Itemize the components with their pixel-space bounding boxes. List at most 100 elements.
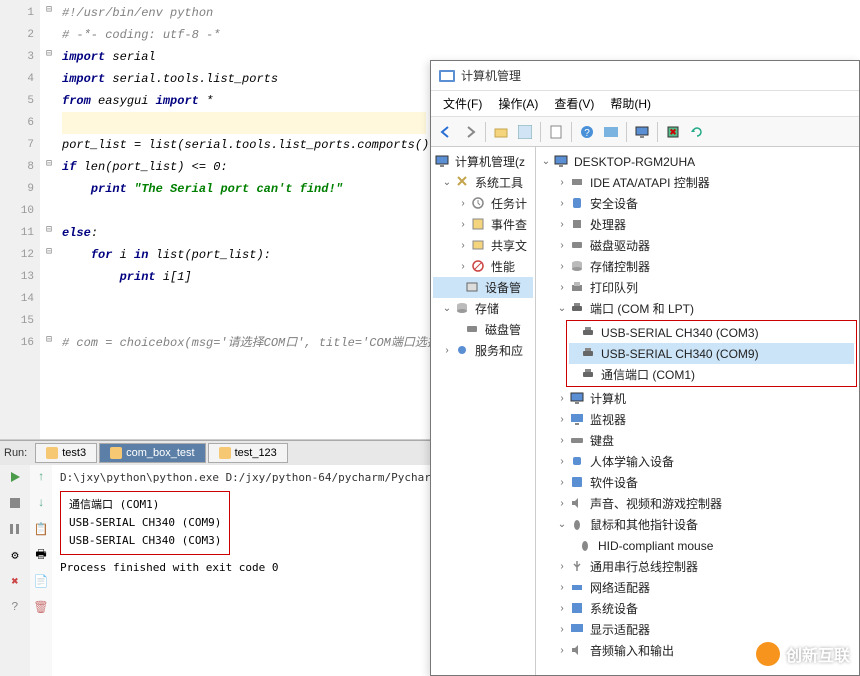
code-line[interactable]: port_list = list(serial.tools.list_ports… (62, 134, 426, 156)
tree-item[interactable]: ›通用串行总线控制器 (538, 556, 857, 577)
chevron-right-icon[interactable]: › (556, 177, 568, 189)
tree-item-device-manager[interactable]: 设备管 (433, 277, 533, 298)
tree-item-ports[interactable]: ⌄端口 (COM 和 LPT) (538, 298, 857, 319)
tree-item[interactable]: ›网络适配器 (538, 577, 857, 598)
chevron-right-icon[interactable]: › (556, 477, 568, 489)
chevron-right-icon[interactable]: › (556, 219, 568, 231)
chevron-down-icon[interactable]: ⌄ (441, 303, 453, 315)
tree-item-mouse[interactable]: ⌄鼠标和其他指针设备 (538, 514, 857, 535)
tree-item[interactable]: ›处理器 (538, 214, 857, 235)
chevron-right-icon[interactable]: › (556, 282, 568, 294)
tree-item[interactable]: ›监视器 (538, 409, 857, 430)
cm-left-tree[interactable]: 计算机管理(z⌄系统工具›任务计›事件查›共享文›性能设备管⌄存储磁盘管›服务和… (431, 147, 536, 675)
chevron-down-icon[interactable]: ⌄ (540, 156, 552, 168)
back-icon[interactable] (435, 121, 457, 143)
fold-column[interactable]: ⊟⊟⊟⊟⊟⊟ (40, 0, 58, 439)
uninstall-icon[interactable]: ✖ (662, 121, 684, 143)
code-line[interactable]: #!/usr/bin/env python (62, 2, 426, 24)
code-line[interactable]: print "The Serial port can't find!" (62, 178, 426, 200)
tree-item[interactable]: ›IDE ATA/ATAPI 控制器 (538, 172, 857, 193)
chevron-right-icon[interactable]: › (457, 240, 469, 252)
tree-item-com-port[interactable]: USB-SERIAL CH340 (COM3) (569, 322, 854, 343)
run-tab-test3[interactable]: test3 (35, 443, 97, 463)
monitor-icon[interactable] (631, 121, 653, 143)
tree-item[interactable]: ⌄系统工具 (433, 172, 533, 193)
chevron-right-icon[interactable]: › (441, 345, 453, 357)
tree-item[interactable]: ›人体学输入设备 (538, 451, 857, 472)
code-area[interactable]: #!/usr/bin/env python# -*- coding: utf-8… (58, 0, 430, 439)
chevron-down-icon[interactable]: ⌄ (441, 177, 453, 189)
code-line[interactable]: import serial.tools.list_ports (62, 68, 426, 90)
trash-icon[interactable]: 🗑 (33, 599, 49, 615)
chevron-right-icon[interactable]: › (457, 261, 469, 273)
code-line[interactable]: # com = choicebox(msg='请选择COM口', title='… (62, 332, 426, 354)
tree-item-root[interactable]: ⌄DESKTOP-RGM2UHA (538, 151, 857, 172)
refresh-icon[interactable] (686, 121, 708, 143)
fold-toggle[interactable] (40, 176, 58, 198)
code-line[interactable] (62, 200, 426, 222)
help-icon[interactable]: ? (7, 599, 23, 615)
fold-toggle[interactable]: ⊟ (40, 154, 58, 176)
tree-item[interactable]: ⌄存储 (433, 298, 533, 319)
fold-toggle[interactable] (40, 198, 58, 220)
chevron-right-icon[interactable]: › (556, 435, 568, 447)
view-icon[interactable] (514, 121, 536, 143)
pause-icon[interactable] (7, 521, 23, 537)
chevron-right-icon[interactable]: › (556, 561, 568, 573)
clear-icon[interactable]: 📄 (33, 573, 49, 589)
code-line[interactable] (62, 310, 426, 332)
cm-titlebar[interactable]: 计算机管理 (431, 61, 859, 91)
close-icon[interactable]: ✖ (7, 573, 23, 589)
print-icon[interactable]: 🖶 (33, 547, 49, 563)
fold-toggle[interactable]: ⊟ (40, 220, 58, 242)
tree-item[interactable]: ›安全设备 (538, 193, 857, 214)
code-line[interactable]: from easygui import * (62, 90, 426, 112)
help-icon[interactable]: ? (576, 121, 598, 143)
tree-item[interactable]: ›事件查 (433, 214, 533, 235)
tree-item[interactable]: ›性能 (433, 256, 533, 277)
fold-toggle[interactable] (40, 66, 58, 88)
run-console[interactable]: D:\jxy\python\python.exe D:/jxy/python-6… (52, 465, 430, 676)
fold-toggle[interactable] (40, 110, 58, 132)
chevron-right-icon[interactable]: › (556, 240, 568, 252)
cm-menu-item[interactable]: 文件(F) (437, 93, 488, 114)
tree-item[interactable]: ›打印队列 (538, 277, 857, 298)
tree-item[interactable]: ›软件设备 (538, 472, 857, 493)
chevron-right-icon[interactable]: › (556, 261, 568, 273)
play-icon[interactable] (7, 469, 23, 485)
code-line[interactable] (62, 288, 426, 310)
tree-item[interactable]: ›声音、视频和游戏控制器 (538, 493, 857, 514)
code-line[interactable] (62, 112, 426, 134)
tree-item[interactable]: 磁盘管 (433, 319, 533, 340)
tree-item[interactable]: ›系统设备 (538, 598, 857, 619)
stop-icon[interactable] (7, 495, 23, 511)
run-tab-test_123[interactable]: test_123 (208, 443, 288, 463)
fold-toggle[interactable] (40, 264, 58, 286)
cm-device-tree[interactable]: ⌄DESKTOP-RGM2UHA›IDE ATA/ATAPI 控制器›安全设备›… (536, 147, 859, 675)
tree-item[interactable]: HID-compliant mouse (538, 535, 857, 556)
cm-menu-item[interactable]: 帮助(H) (604, 93, 657, 114)
cm-menu-item[interactable]: 查看(V) (548, 93, 600, 114)
chevron-right-icon[interactable]: › (556, 645, 568, 657)
code-editor[interactable]: 12345678910111213141516 ⊟⊟⊟⊟⊟⊟ #!/usr/bi… (0, 0, 430, 440)
code-line[interactable]: for i in list(port_list): (62, 244, 426, 266)
code-line[interactable]: print i[1] (62, 266, 426, 288)
chevron-down-icon[interactable]: ⌄ (556, 519, 568, 531)
up-folder-icon[interactable] (490, 121, 512, 143)
fold-toggle[interactable] (40, 22, 58, 44)
tree-item[interactable]: 计算机管理(z (433, 151, 533, 172)
code-line[interactable]: if len(port_list) <= 0: (62, 156, 426, 178)
code-line[interactable]: # -*- coding: utf-8 -* (62, 24, 426, 46)
fold-toggle[interactable]: ⊟ (40, 44, 58, 66)
chevron-right-icon[interactable]: › (556, 414, 568, 426)
tree-item[interactable]: ›磁盘驱动器 (538, 235, 857, 256)
fold-toggle[interactable]: ⊟ (40, 242, 58, 264)
chevron-right-icon[interactable]: › (556, 582, 568, 594)
chevron-right-icon[interactable]: › (457, 198, 469, 210)
tree-item[interactable]: ›共享文 (433, 235, 533, 256)
chevron-right-icon[interactable]: › (556, 498, 568, 510)
code-line[interactable]: else: (62, 222, 426, 244)
tree-item[interactable]: ›任务计 (433, 193, 533, 214)
fold-toggle[interactable] (40, 308, 58, 330)
fold-toggle[interactable]: ⊟ (40, 330, 58, 352)
